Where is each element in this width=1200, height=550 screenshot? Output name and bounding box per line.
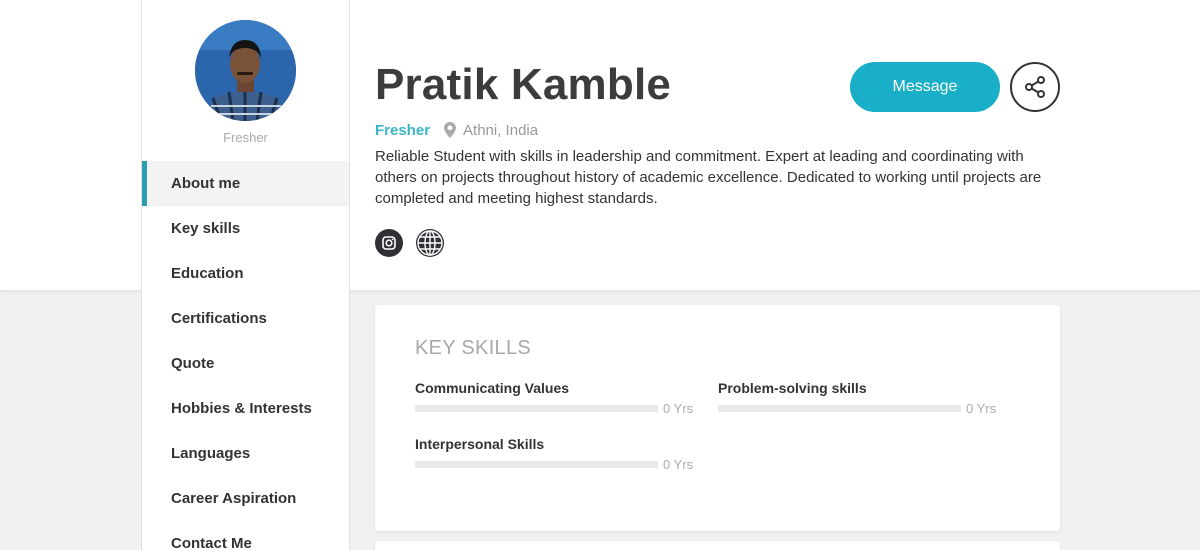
next-section-card [375, 541, 1060, 550]
sidebar-item-quote[interactable]: Quote [142, 341, 349, 386]
profile-bio: Reliable Student with skills in leadersh… [375, 148, 1042, 207]
globe-icon[interactable] [416, 229, 444, 257]
skill-progress-bar [415, 461, 658, 468]
sidebar-item-label: Education [171, 265, 244, 282]
location-text: Athni, India [463, 121, 539, 139]
message-button[interactable]: Message [850, 62, 1000, 112]
profile-role-label: Fresher [223, 130, 268, 145]
skill-item: Problem-solving skills 0 Yrs [718, 380, 998, 416]
social-links [375, 229, 457, 257]
sidebar-item-education[interactable]: Education [142, 251, 349, 296]
sidebar-item-certifications[interactable]: Certifications [142, 296, 349, 341]
sidebar-item-label: Quote [171, 355, 215, 372]
sidebar-item-languages[interactable]: Languages [142, 431, 349, 476]
sidebar-item-contact-me[interactable]: Contact Me [142, 521, 349, 550]
sidebar-item-label: Hobbies & Interests [171, 400, 312, 417]
sidebar-item-label: About me [171, 175, 241, 192]
sidebar-item-label: Contact Me [171, 535, 252, 550]
sidebar-item-about-me[interactable]: About me [142, 161, 349, 206]
avatar [195, 20, 296, 121]
share-icon [1025, 76, 1045, 98]
skill-name: Interpersonal Skills [415, 436, 545, 452]
key-skills-card: KEY SKILLS Communicating Values 0 Yrs Pr… [375, 305, 1060, 531]
skill-years: 0 Yrs [966, 401, 997, 416]
key-skills-title: KEY SKILLS [415, 337, 532, 359]
sidebar-nav: About me Key skills Education Certificat… [142, 161, 349, 550]
location-pin-icon [444, 122, 457, 138]
sidebar-item-label: Career Aspiration [171, 490, 297, 507]
sidebar: Fresher About me Key skills Education Ce… [141, 0, 350, 550]
skill-progress-bar [718, 405, 961, 412]
skill-years: 0 Yrs [663, 401, 694, 416]
sidebar-item-label: Languages [171, 445, 251, 462]
skill-name: Problem-solving skills [718, 380, 867, 396]
instagram-icon[interactable] [375, 229, 403, 257]
sidebar-item-career-aspiration[interactable]: Career Aspiration [142, 476, 349, 521]
sidebar-item-key-skills[interactable]: Key skills [142, 206, 349, 251]
share-button[interactable] [1010, 62, 1060, 112]
status-badge: Fresher [375, 121, 431, 139]
sidebar-item-label: Key skills [171, 220, 241, 237]
sidebar-item-label: Certifications [171, 310, 267, 327]
skill-name: Communicating Values [415, 380, 570, 396]
skill-item: Interpersonal Skills 0 Yrs [415, 436, 695, 472]
skill-progress-bar [415, 405, 658, 412]
skill-years: 0 Yrs [663, 457, 694, 472]
sidebar-item-hobbies[interactable]: Hobbies & Interests [142, 386, 349, 431]
profile-name: Pratik Kamble [375, 60, 672, 109]
profile-meta: Fresher Athni, India [375, 119, 538, 141]
skill-item: Communicating Values 0 Yrs [415, 380, 695, 416]
